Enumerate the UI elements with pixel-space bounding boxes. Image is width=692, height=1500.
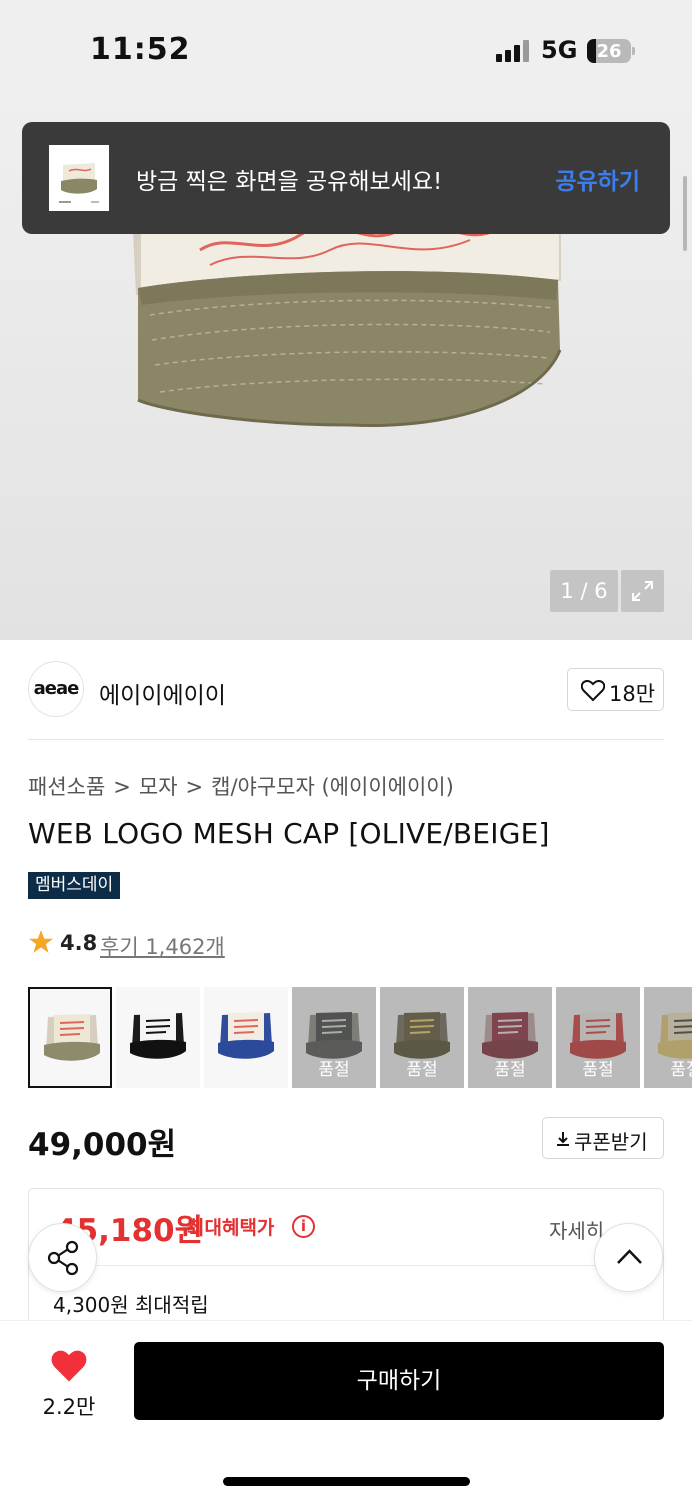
product-page: 11:52 5G 26 1 / 6 방금 찍은 화면을 공유해보세요! 공유하기… <box>0 0 692 1500</box>
scroll-to-top-button[interactable] <box>594 1223 663 1292</box>
share-button[interactable] <box>28 1223 97 1292</box>
toast-share-button[interactable]: 공유하기 <box>555 162 640 196</box>
heart-outline-icon <box>581 680 605 702</box>
cap-thumbnail <box>44 1014 100 1061</box>
chevron-right-icon: > <box>185 775 204 799</box>
members-day-badge: 멤버스데이 <box>28 872 121 899</box>
brand-like-button[interactable]: 18만 <box>567 668 664 711</box>
sold-out-label: 품절 <box>494 1060 526 1080</box>
sold-out-label: 품절 <box>670 1060 692 1080</box>
max-benefit-label: 최대혜택가 <box>187 1217 275 1239</box>
max-points: 4,300원 최대적립 <box>53 1293 209 1317</box>
status-time: 11:52 <box>90 32 191 67</box>
color-swatch[interactable]: 품절 <box>556 987 640 1088</box>
breadcrumb-item[interactable]: 패션소품 <box>28 775 105 799</box>
home-indicator <box>223 1477 470 1486</box>
wishlist-count: 2.2만 <box>42 1395 96 1419</box>
color-swatch[interactable] <box>28 987 112 1088</box>
product-title: WEB LOGO MESH CAP [OLIVE/BEIGE] <box>28 817 550 850</box>
heart-filled-icon <box>51 1350 87 1382</box>
color-swatch[interactable]: 품절 <box>468 987 552 1088</box>
color-swatch[interactable]: 품절 <box>644 987 692 1088</box>
cap-thumbnail <box>130 1012 186 1059</box>
rating-score: 4.8 <box>60 931 98 955</box>
battery-icon: 26 <box>587 39 631 63</box>
star-icon <box>29 930 53 953</box>
toast-message: 방금 찍은 화면을 공유해보세요! <box>136 169 443 195</box>
status-bar: 11:52 5G 26 <box>0 0 692 100</box>
expand-image-button[interactable] <box>621 570 664 612</box>
battery-tip <box>632 47 635 55</box>
product-price: 49,000원 <box>28 1127 177 1163</box>
sold-out-label: 품절 <box>582 1060 614 1080</box>
color-swatch[interactable]: 품절 <box>292 987 376 1088</box>
color-swatch[interactable] <box>204 987 288 1088</box>
coupon-label: 쿠폰받기 <box>574 1130 648 1154</box>
info-icon[interactable]: i <box>292 1215 315 1238</box>
buy-button[interactable]: 구매하기 <box>134 1342 664 1420</box>
network-label: 5G <box>541 36 578 64</box>
breadcrumb-item[interactable]: 모자 <box>139 775 178 799</box>
divider <box>28 739 664 740</box>
scroll-indicator <box>683 176 687 251</box>
sold-out-label: 품절 <box>318 1060 350 1080</box>
breadcrumb: 패션소품 > 모자 > 캡/야구모자 (에이이에이이) <box>28 771 454 801</box>
screenshot-thumbnail[interactable] <box>49 145 109 211</box>
divider <box>29 1265 663 1266</box>
gallery-counter: 1 / 6 <box>550 570 618 612</box>
sold-out-label: 품절 <box>406 1060 438 1080</box>
cap-thumbnail <box>218 1012 274 1059</box>
chevron-right-icon: > <box>113 775 131 799</box>
review-count-link[interactable]: 후기 1,462개 <box>100 931 225 961</box>
brand-logo[interactable]: aeae <box>28 661 84 717</box>
chevron-up-icon <box>617 1249 642 1264</box>
bottom-purchase-bar: 2.2만 구매하기 <box>0 1320 692 1500</box>
brand-like-count: 18만 <box>609 682 656 706</box>
color-swatch[interactable]: 품절 <box>380 987 464 1088</box>
breadcrumb-item[interactable]: 캡/야구모자 (에이이에이이) <box>211 775 454 799</box>
wishlist-button[interactable]: 2.2만 <box>28 1345 110 1425</box>
download-icon <box>557 1132 569 1146</box>
color-swatch-list: 품절 품절 품절 품절 품절 <box>28 987 692 1089</box>
coupon-download-button[interactable]: 쿠폰받기 <box>542 1117 664 1159</box>
battery-level: 26 <box>596 41 622 62</box>
expand-icon <box>632 581 653 601</box>
signal-icon <box>496 40 532 62</box>
screenshot-share-toast: 방금 찍은 화면을 공유해보세요! 공유하기 <box>22 122 670 234</box>
brand-name[interactable]: 에이이에이이 <box>99 676 226 710</box>
benefit-detail-link[interactable]: 자세히 <box>549 1215 604 1244</box>
share-icon <box>47 1240 79 1276</box>
color-swatch[interactable] <box>116 987 200 1088</box>
